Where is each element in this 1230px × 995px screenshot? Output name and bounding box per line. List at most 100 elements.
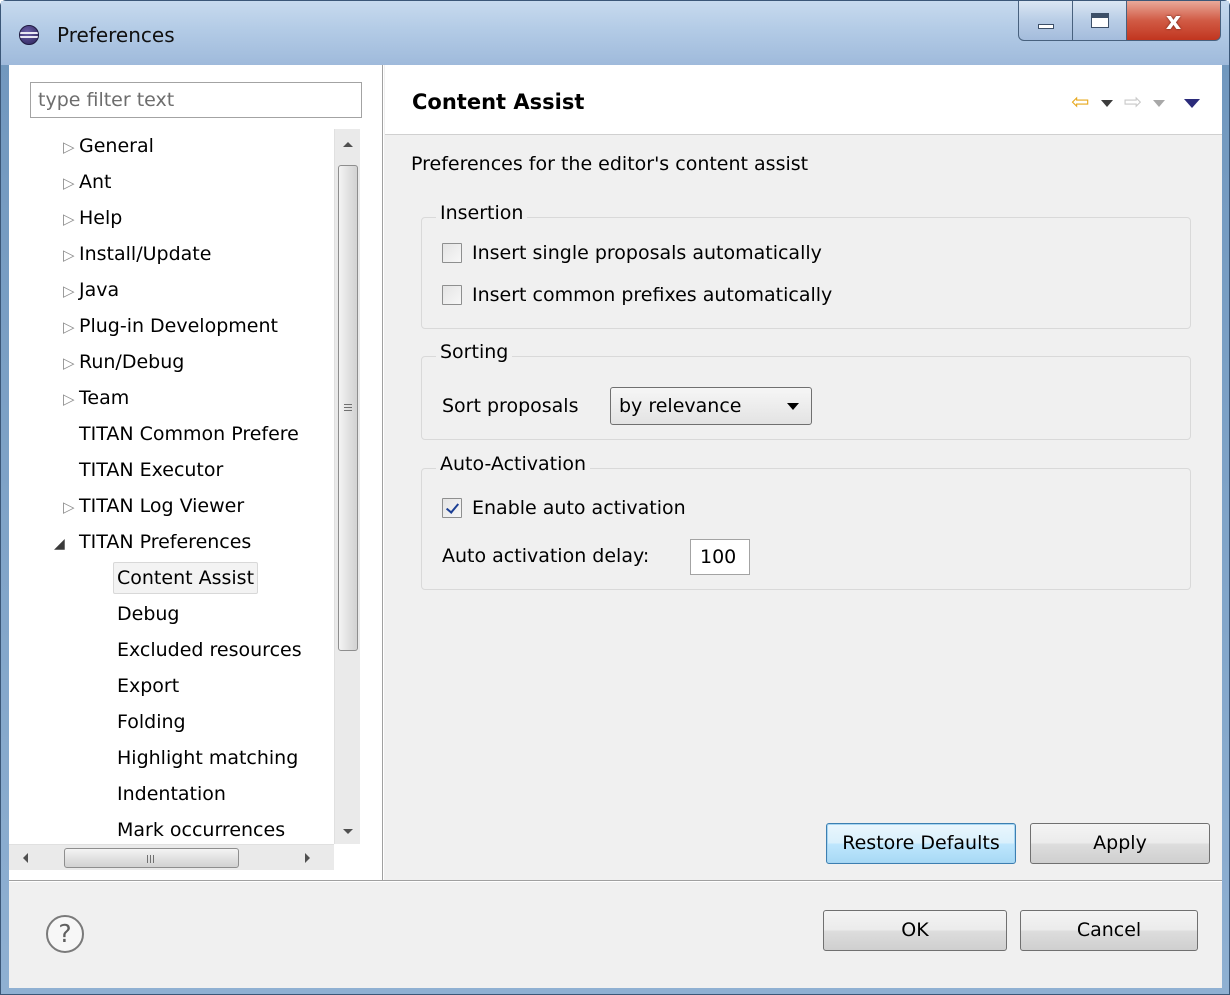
close-button[interactable]: x (1127, 1, 1221, 41)
tree-item-label: Plug-in Development (79, 315, 278, 337)
dialog-client-area: ▷General▷Ant▷Help▷Install/Update▷Java▷Pl… (9, 65, 1222, 988)
scroll-right-icon[interactable] (305, 853, 310, 863)
tree-item[interactable]: TITAN Common Prefere (9, 417, 334, 451)
scroll-down-button[interactable] (335, 820, 360, 844)
tree-item-label: Java (79, 279, 120, 301)
eclipse-logo-icon (19, 25, 39, 45)
window-controls: x (1018, 1, 1221, 41)
maximize-icon (1090, 13, 1109, 28)
tree-item[interactable]: ▷ Team (9, 381, 334, 415)
scroll-up-button[interactable] (335, 133, 360, 157)
help-icon[interactable]: ? (46, 915, 84, 953)
checkbox-label: Enable auto activation (472, 497, 686, 519)
tree-item[interactable]: ◢ TITAN Preferences (9, 525, 334, 559)
cancel-button[interactable]: Cancel (1020, 910, 1198, 951)
tree-item[interactable]: ▷ General (9, 129, 334, 163)
expand-arrow-icon[interactable]: ▷ (63, 310, 75, 344)
checkbox-box[interactable] (442, 243, 462, 263)
pane-divider[interactable] (382, 65, 384, 880)
collapse-arrow-icon[interactable]: ◢ (54, 527, 65, 561)
expand-arrow-icon[interactable]: ▷ (63, 202, 75, 236)
view-menu-icon[interactable] (1184, 98, 1200, 108)
sorting-group-label: Sorting (436, 341, 513, 363)
expand-arrow-icon[interactable]: ▷ (63, 274, 75, 308)
tree-item[interactable]: Debug (9, 597, 334, 631)
scroll-down-icon (343, 829, 353, 834)
tree-item[interactable]: ▷ Help (9, 201, 334, 235)
scroll-left-icon[interactable] (23, 853, 28, 863)
tree-item-label: TITAN Executor (79, 459, 224, 481)
back-arrow-icon[interactable]: ⇦ (1071, 92, 1089, 114)
expand-arrow-icon[interactable]: ▷ (63, 238, 75, 272)
maximize-button[interactable] (1073, 1, 1127, 41)
tree-item[interactable]: Export (9, 669, 334, 703)
tree-item[interactable]: Mark occurrences (9, 813, 334, 845)
expand-arrow-icon[interactable]: ▷ (63, 346, 75, 380)
auto-activation-delay-label: Auto activation delay: (442, 545, 650, 567)
auto-activation-group: Auto-Activation Enable auto activation A… (421, 453, 1191, 590)
tree-item[interactable]: ▷ Plug-in Development (9, 309, 334, 343)
forward-arrow-icon[interactable]: ⇨ (1124, 92, 1142, 114)
tree-item[interactable]: ▷ Install/Update (9, 237, 334, 271)
tree-item[interactable]: Excluded resources (9, 633, 334, 667)
tree-item[interactable]: TITAN Executor (9, 453, 334, 487)
sort-proposals-label: Sort proposals (442, 395, 579, 417)
tree-item[interactable]: Highlight matching (9, 741, 334, 775)
tree-item-label: Indentation (117, 783, 226, 805)
scroll-up-icon (343, 142, 353, 147)
tree-item[interactable]: Folding (9, 705, 334, 739)
checkbox-label: Insert common prefixes automatically (472, 284, 833, 306)
insert-common-prefixes-checkbox[interactable]: Insert common prefixes automatically (442, 284, 832, 306)
tree-item-label: Help (79, 207, 123, 229)
page-title: Content Assist (412, 90, 585, 114)
checkbox-box[interactable] (442, 285, 462, 305)
tree-item-label: TITAN Preferences (79, 531, 252, 553)
close-icon: x (1165, 6, 1182, 35)
window-title: Preferences (57, 23, 175, 47)
expand-arrow-icon[interactable]: ▷ (63, 382, 75, 416)
tree-item-label: General (79, 135, 154, 157)
preferences-window: Preferences x ▷General▷Ant▷Help▷Install/… (0, 0, 1230, 995)
vertical-scroll-thumb[interactable] (338, 165, 358, 651)
tree-item[interactable]: Content Assist (9, 561, 334, 595)
tree-item[interactable]: ▷ TITAN Log Viewer (9, 489, 334, 523)
insert-single-proposals-checkbox[interactable]: Insert single proposals automatically (442, 242, 822, 264)
tree-item[interactable]: ▷ Ant (9, 165, 334, 199)
tree-item-label: TITAN Log Viewer (79, 495, 245, 517)
tree-item[interactable]: Indentation (9, 777, 334, 811)
history-navigation: ⇦ ⇨ (1071, 92, 1200, 114)
preference-page: Content Assist ⇦ ⇨ Preferences for the e… (385, 65, 1222, 880)
tree-item[interactable]: ▷ Run/Debug (9, 345, 334, 379)
button-bar-divider (9, 880, 1222, 882)
tree-item[interactable]: ▷ Java (9, 273, 334, 307)
tree-item-label: Team (79, 387, 130, 409)
horizontal-scroll-thumb[interactable] (64, 848, 239, 868)
auto-activation-delay-input[interactable] (690, 539, 750, 575)
sorting-group: Sorting Sort proposals by relevance (421, 341, 1191, 440)
tree-item-label: Debug (117, 603, 180, 625)
expand-arrow-icon[interactable]: ▷ (63, 130, 75, 164)
insertion-group: Insertion Insert single proposals automa… (421, 202, 1191, 329)
apply-button[interactable]: Apply (1030, 823, 1210, 864)
tree-horizontal-scrollbar[interactable] (9, 844, 334, 870)
expand-arrow-icon[interactable]: ▷ (63, 490, 75, 524)
back-history-dropdown-icon[interactable] (1100, 99, 1113, 107)
tree-item-label: Run/Debug (79, 351, 185, 373)
tree-item-label: Highlight matching (117, 747, 299, 769)
expand-arrow-icon[interactable]: ▷ (63, 166, 75, 200)
tree-vertical-scrollbar[interactable] (334, 129, 360, 844)
preference-tree: ▷ General ▷ Ant ▷ Help ▷ Install/Update ▷ Java ▷ Pl… (9, 129, 334, 845)
restore-defaults-button[interactable]: Restore Defaults (826, 823, 1016, 864)
forward-history-dropdown-icon[interactable] (1153, 99, 1165, 107)
tree-item-label: Folding (117, 711, 186, 733)
minimize-icon (1037, 24, 1054, 29)
title-bar[interactable]: Preferences x (1, 1, 1229, 65)
checkbox-box[interactable] (442, 498, 462, 518)
enable-auto-activation-checkbox[interactable]: Enable auto activation (442, 497, 686, 519)
tree-item-label: Install/Update (79, 243, 212, 265)
chevron-down-icon (787, 403, 799, 410)
ok-button[interactable]: OK (823, 910, 1007, 951)
sort-proposals-select[interactable]: by relevance (610, 387, 812, 425)
minimize-button[interactable] (1018, 1, 1073, 41)
filter-input[interactable] (30, 82, 362, 118)
